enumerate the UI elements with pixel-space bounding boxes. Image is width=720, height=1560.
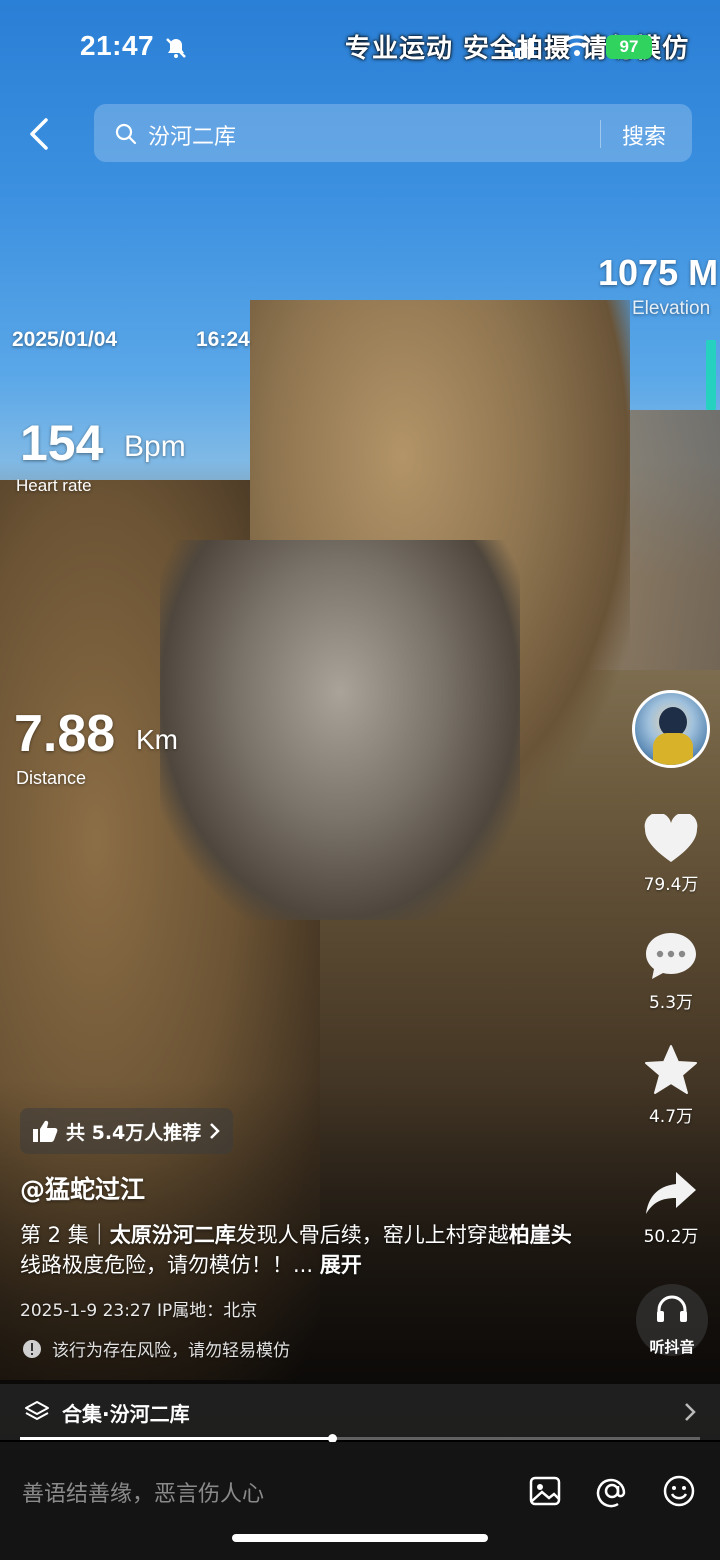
home-indicator[interactable] [232, 1534, 488, 1542]
chevron-right-icon [685, 1403, 696, 1421]
post-meta: 2025-1-9 23:27 IP属地：北京 [20, 1301, 258, 1321]
search-query[interactable]: 汾河二库 [148, 119, 236, 151]
elevation-label: Elevation [632, 298, 711, 319]
search-button[interactable]: 搜索 [622, 119, 666, 151]
signal-icon [508, 38, 534, 58]
recommend-text: 共 5.4万人推荐 [66, 1121, 202, 1144]
expand-button[interactable]: 展开 [320, 1253, 362, 1277]
avatar-body [653, 733, 693, 765]
wifi-icon [562, 35, 592, 56]
heart-icon [644, 814, 698, 862]
status-time: 21:47 [80, 30, 155, 61]
battery-indicator: 97 [606, 35, 652, 59]
comment-button[interactable]: 5.3万 [631, 930, 711, 1013]
headphones-icon [657, 1295, 687, 1322]
search-divider [600, 120, 601, 148]
favorite-count: 4.7万 [648, 1107, 694, 1127]
comment-input-bar[interactable]: 善语结善缘，恶言伤人心 [0, 1442, 720, 1560]
back-arrow-icon[interactable] [24, 116, 56, 152]
collection-bar[interactable]: 合集·汾河二库 [0, 1384, 720, 1440]
at-mention-icon[interactable] [595, 1474, 629, 1508]
desc-place-link[interactable]: 柏崖头 [509, 1223, 572, 1247]
elevation-value: 1075 M [598, 252, 719, 293]
search-icon [115, 123, 137, 145]
overlay-date: 2025/01/04 [12, 328, 118, 351]
video-progress-bar[interactable] [20, 1434, 700, 1443]
elevation-bar [706, 340, 716, 410]
warning-icon [23, 1339, 41, 1358]
search-bar[interactable]: 汾河二库 搜索 [94, 104, 692, 162]
risk-warning-text: 该行为存在风险，请勿轻易模仿 [52, 1341, 290, 1361]
comment-bubble-icon [646, 933, 696, 979]
heart-rate-unit: Bpm [124, 430, 186, 463]
recommend-chip[interactable]: 共 5.4万人推荐 [20, 1108, 234, 1154]
desc-topic-link[interactable]: 太原汾河二库 [110, 1223, 236, 1247]
share-count: 50.2万 [643, 1227, 699, 1247]
mute-bell-icon [166, 38, 186, 58]
favorite-button[interactable]: 4.7万 [631, 1044, 711, 1127]
comment-count: 5.3万 [648, 993, 694, 1013]
desc-rest: 线路极度危险，请勿模仿！！... [20, 1253, 314, 1277]
share-button[interactable]: 50.2万 [631, 1170, 711, 1247]
like-count: 79.4万 [643, 875, 699, 895]
emoji-icon[interactable] [662, 1474, 696, 1508]
video-description[interactable]: 第 2 集｜太原汾河二库发现人骨后续，窑儿上村穿越柏崖头线路极度危险，请勿模仿！… [20, 1220, 580, 1280]
layers-icon [25, 1401, 49, 1420]
desc-episode: 第 2 集｜ [20, 1223, 110, 1247]
heart-rate-value: 154 [20, 415, 104, 471]
comment-placeholder[interactable]: 善语结善缘，恶言伤人心 [22, 1476, 264, 1508]
author-avatar[interactable] [632, 690, 710, 768]
heart-rate-label: Heart rate [16, 476, 92, 495]
like-button[interactable]: 79.4万 [631, 814, 711, 895]
listen-label: 听抖音 [649, 1338, 695, 1356]
thumbs-up-icon [33, 1120, 58, 1142]
distance-label: Distance [16, 768, 87, 788]
image-icon[interactable] [528, 1474, 562, 1508]
progress-fill [20, 1437, 333, 1440]
distance-unit: Km [136, 724, 178, 755]
author-name[interactable]: @猛蛇过江 [20, 1170, 145, 1206]
rock-ridge [160, 540, 520, 920]
share-arrow-icon [646, 1172, 696, 1214]
distance-value: 7.88 [14, 705, 116, 763]
risk-warning: 该行为存在风险，请勿轻易模仿 [22, 1336, 290, 1361]
star-icon [645, 1045, 697, 1094]
chevron-right-icon [210, 1123, 221, 1139]
desc-middle: 发现人骨后续，窑儿上村穿越 [235, 1223, 509, 1247]
overlay-time: 16:24 [196, 328, 250, 351]
collection-title: 合集·汾河二库 [62, 1401, 190, 1426]
